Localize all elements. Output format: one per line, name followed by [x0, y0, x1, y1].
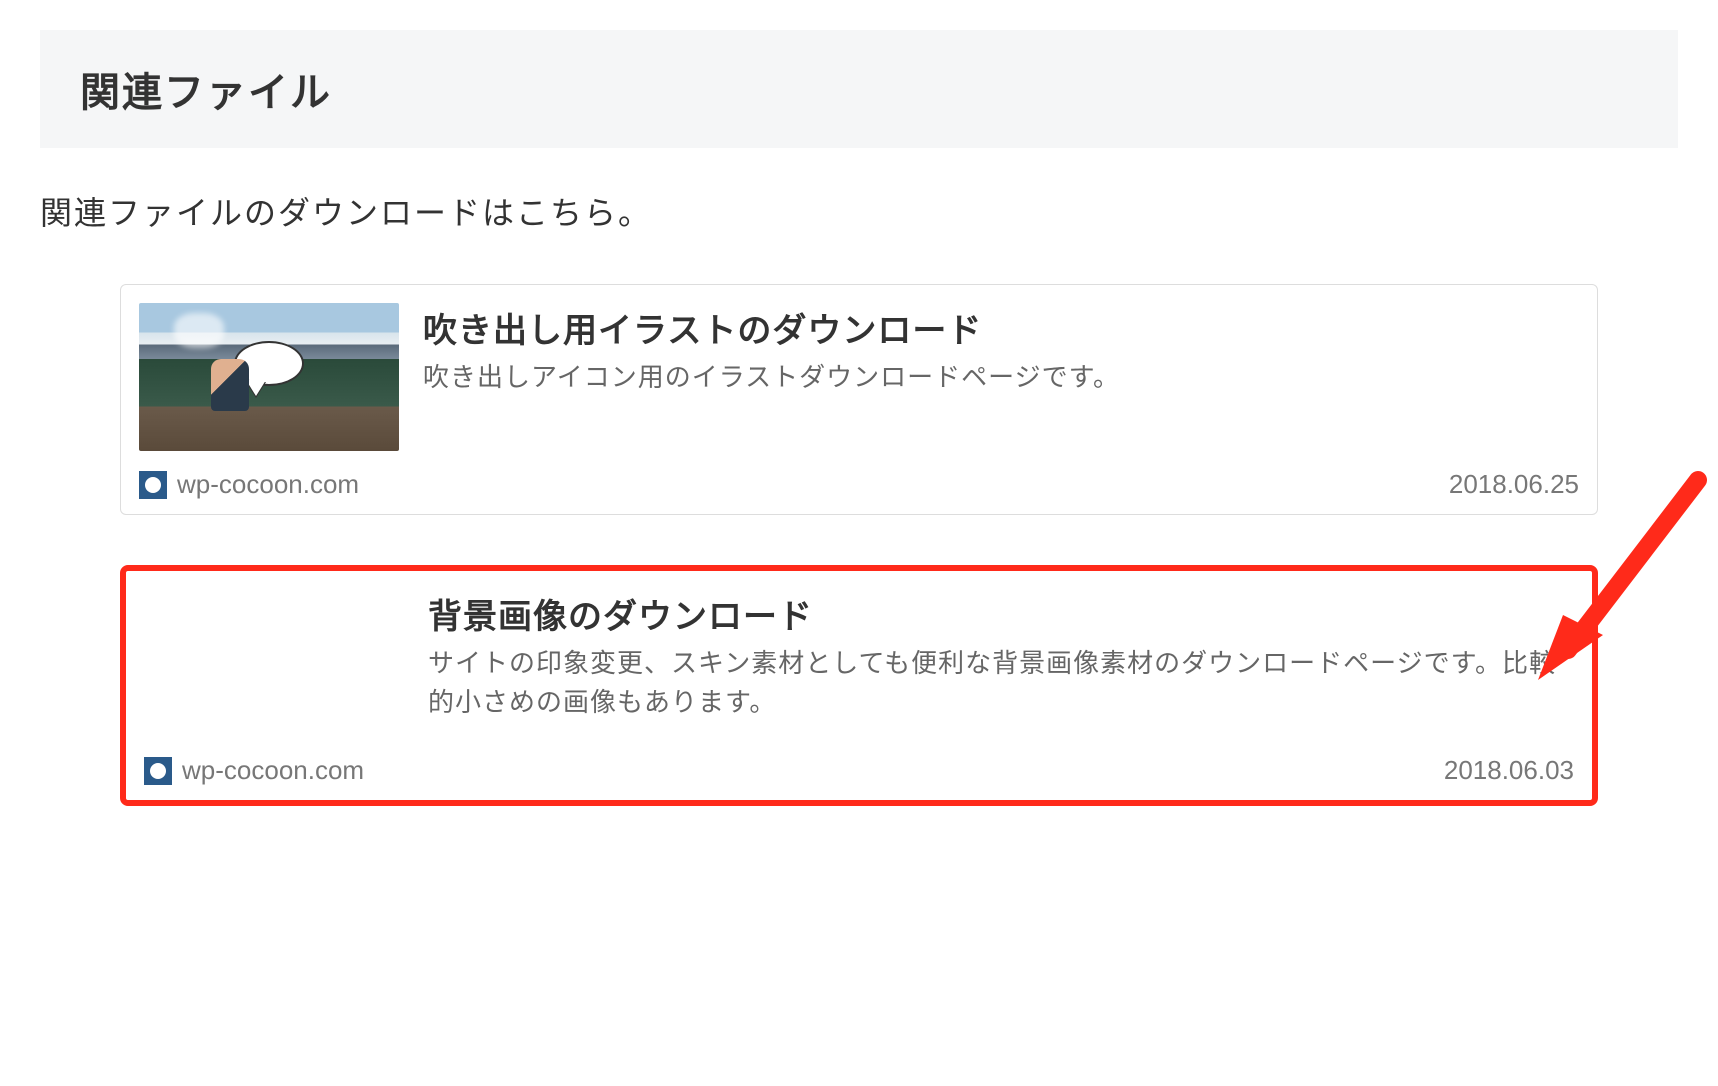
card-body: 吹き出し用イラストのダウンロード 吹き出しアイコン用のイラストダウンロードページ…: [139, 303, 1579, 451]
card-thumbnail: [139, 303, 399, 451]
card-content: 背景画像のダウンロード サイトの印象変更、スキン素材としても便利な背景画像素材の…: [428, 589, 1574, 737]
card-thumbnail: [144, 589, 404, 737]
favicon-icon: [139, 471, 167, 499]
card-description: サイトの印象変更、スキン素材としても便利な背景画像素材のダウンロードページです。…: [428, 644, 1574, 722]
card-date: 2018.06.03: [1444, 755, 1574, 786]
link-card[interactable]: 吹き出し用イラストのダウンロード 吹き出しアイコン用のイラストダウンロードページ…: [120, 284, 1598, 515]
link-card-highlighted[interactable]: 背景画像のダウンロード サイトの印象変更、スキン素材としても便利な背景画像素材の…: [120, 565, 1598, 806]
site-domain: wp-cocoon.com: [177, 469, 359, 500]
intro-text: 関連ファイルのダウンロードはこちら。: [40, 188, 1678, 234]
section-header: 関連ファイル: [40, 30, 1678, 148]
card-list: 吹き出し用イラストのダウンロード 吹き出しアイコン用のイラストダウンロードページ…: [40, 284, 1678, 806]
site-info: wp-cocoon.com: [139, 469, 359, 500]
favicon-icon: [144, 757, 172, 785]
card-footer: wp-cocoon.com 2018.06.25: [139, 469, 1579, 500]
section-title: 関連ファイル: [80, 60, 1638, 118]
card-description: 吹き出しアイコン用のイラストダウンロードページです。: [423, 358, 1579, 397]
card-title: 背景画像のダウンロード: [428, 589, 1574, 638]
card-body: 背景画像のダウンロード サイトの印象変更、スキン素材としても便利な背景画像素材の…: [144, 589, 1574, 737]
site-domain: wp-cocoon.com: [182, 755, 364, 786]
site-info: wp-cocoon.com: [144, 755, 364, 786]
page-container: 関連ファイル 関連ファイルのダウンロードはこちら。 吹き出し用イラストのダウンロ…: [0, 30, 1718, 806]
person-graphic: [211, 359, 249, 411]
card-footer: wp-cocoon.com 2018.06.03: [144, 755, 1574, 786]
card-content: 吹き出し用イラストのダウンロード 吹き出しアイコン用のイラストダウンロードページ…: [423, 303, 1579, 451]
card-date: 2018.06.25: [1449, 469, 1579, 500]
card-title: 吹き出し用イラストのダウンロード: [423, 303, 1579, 352]
